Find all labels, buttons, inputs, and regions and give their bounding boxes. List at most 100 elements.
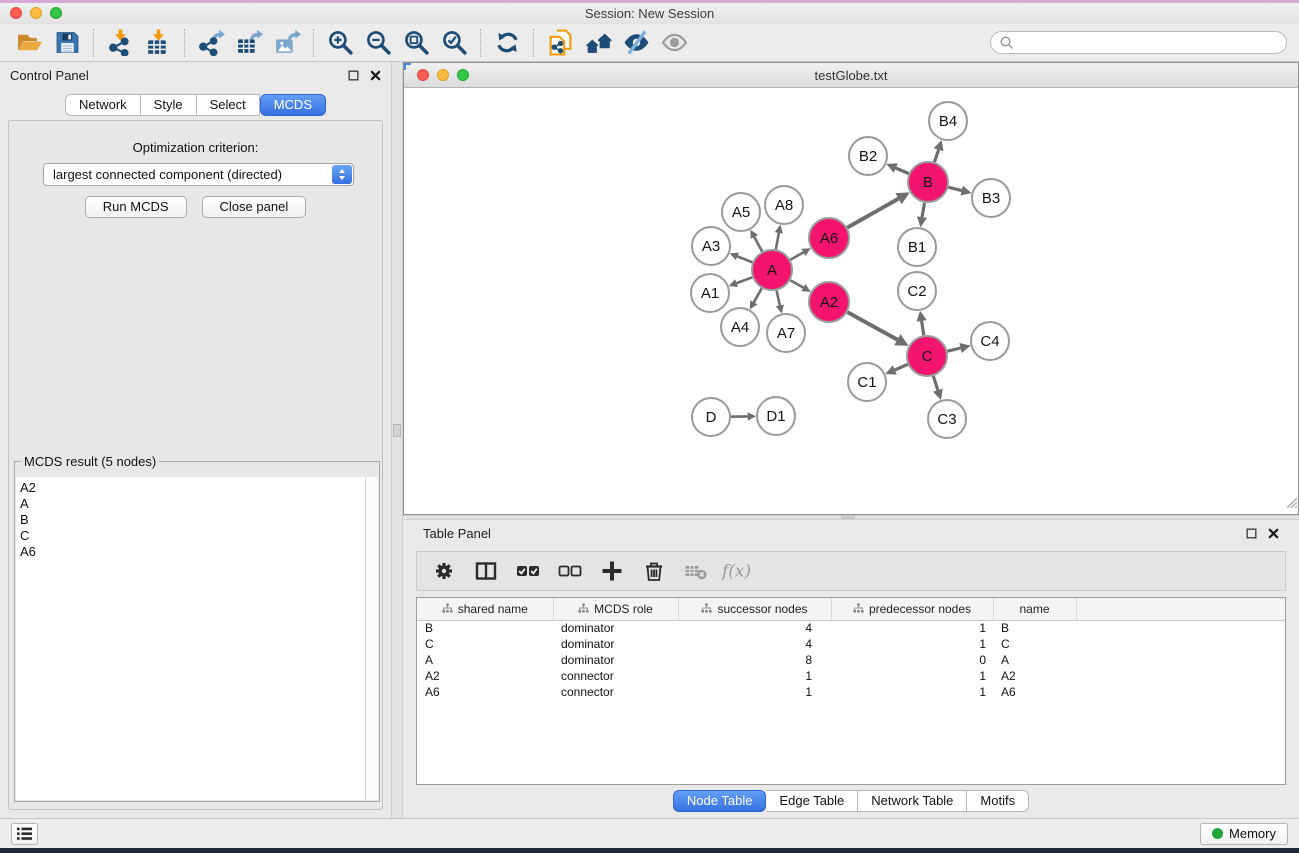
export-image-button[interactable]: [268, 27, 306, 58]
zoom-in-button[interactable]: [321, 27, 359, 58]
horizontal-split-divider[interactable]: [403, 515, 1299, 520]
zoom-window-button[interactable]: [50, 7, 62, 19]
column-header-shared-name[interactable]: shared name: [417, 598, 553, 620]
table-row[interactable]: Adominator80A: [417, 652, 1285, 668]
network-graph[interactable]: B4B2BB3A8A5A6A3B1AC2A1A2A4A7C4CC1DD1C3: [404, 88, 1298, 514]
table-cell[interactable]: 1: [831, 684, 993, 700]
graph-edge-A-A4[interactable]: [754, 288, 762, 302]
tab-motifs[interactable]: Motifs: [967, 790, 1029, 812]
table-cell[interactable]: [1076, 620, 1285, 636]
tab-mcds[interactable]: MCDS: [260, 94, 326, 116]
network-canvas[interactable]: B4B2BB3A8A5A6A3B1AC2A1A2A4A7C4CC1DD1C3: [404, 88, 1298, 514]
mcds-result-item[interactable]: B: [20, 512, 365, 528]
close-panel-button[interactable]: Close panel: [202, 196, 307, 218]
column-header-predecessor-nodes[interactable]: predecessor nodes: [831, 598, 993, 620]
tab-select[interactable]: Select: [197, 94, 260, 116]
table-cell[interactable]: connector: [553, 684, 678, 700]
close-panel-icon[interactable]: [370, 70, 381, 81]
show-eye-button[interactable]: [655, 27, 693, 58]
graph-edge-A-A8[interactable]: [776, 233, 779, 249]
table-cell[interactable]: dominator: [553, 652, 678, 668]
home-button[interactable]: [579, 27, 617, 58]
delete-table-button[interactable]: [682, 558, 709, 585]
table-cell[interactable]: [1076, 668, 1285, 684]
clone-network-button[interactable]: [541, 27, 579, 58]
graph-edge-B-B3[interactable]: [948, 187, 961, 190]
table-cell[interactable]: 4: [678, 636, 831, 652]
table-cell[interactable]: 4: [678, 620, 831, 636]
table-cell[interactable]: 1: [831, 636, 993, 652]
delete-columns-button[interactable]: [640, 558, 667, 585]
graph-edge-A2-C[interactable]: [847, 312, 897, 340]
table-cell[interactable]: connector: [553, 668, 678, 684]
table-cell[interactable]: 1: [678, 684, 831, 700]
table-cell[interactable]: A2: [417, 668, 553, 684]
tab-network-table[interactable]: Network Table: [858, 790, 967, 812]
divider-grip[interactable]: [841, 516, 855, 519]
import-table-button[interactable]: [139, 27, 177, 58]
divider-grip[interactable]: [393, 424, 401, 437]
zoom-out-button[interactable]: [359, 27, 397, 58]
table-row[interactable]: A2connector11A2: [417, 668, 1285, 684]
table-cell[interactable]: 0: [831, 652, 993, 668]
table-cell[interactable]: A6: [993, 684, 1076, 700]
table-cell[interactable]: A6: [417, 684, 553, 700]
graph-edge-B-B4[interactable]: [935, 150, 939, 162]
function-builder-button[interactable]: f(x): [724, 558, 751, 585]
table-cell[interactable]: C: [417, 636, 553, 652]
mcds-result-item[interactable]: A6: [20, 544, 365, 560]
table-cell[interactable]: 8: [678, 652, 831, 668]
import-network-button[interactable]: [101, 27, 139, 58]
window-resize-grip[interactable]: [1284, 495, 1297, 513]
network-close-button[interactable]: [417, 69, 429, 81]
column-header-mcds-role[interactable]: MCDS role: [553, 598, 678, 620]
add-column-button[interactable]: [598, 558, 625, 585]
toggle-columns-button[interactable]: [472, 558, 499, 585]
graph-edge-B-B1[interactable]: [922, 203, 924, 217]
network-minimize-button[interactable]: [437, 69, 449, 81]
search-input[interactable]: [1018, 36, 1278, 50]
table-cell[interactable]: 1: [831, 668, 993, 684]
graph-edge-C-C1[interactable]: [895, 364, 908, 370]
table-row[interactable]: Bdominator41B: [417, 620, 1285, 636]
tab-network[interactable]: Network: [65, 94, 141, 116]
float-panel-icon[interactable]: [348, 70, 359, 81]
graph-edge-A-A2[interactable]: [790, 280, 803, 287]
float-panel-icon[interactable]: [1246, 528, 1257, 539]
zoom-selected-button[interactable]: [435, 27, 473, 58]
mcds-result-item[interactable]: C: [20, 528, 365, 544]
run-mcds-button[interactable]: Run MCDS: [85, 196, 187, 218]
deselect-all-checkboxes-button[interactable]: [556, 558, 583, 585]
table-cell[interactable]: A: [993, 652, 1076, 668]
export-network-button[interactable]: [192, 27, 230, 58]
table-cell[interactable]: 1: [831, 620, 993, 636]
graph-edge-C-C2[interactable]: [922, 321, 924, 335]
minimize-window-button[interactable]: [30, 7, 42, 19]
table-cell[interactable]: A2: [993, 668, 1076, 684]
close-panel-icon[interactable]: [1268, 528, 1279, 539]
memory-button[interactable]: Memory: [1200, 823, 1288, 845]
graph-edge-A-A1[interactable]: [737, 277, 753, 283]
table-cell[interactable]: B: [993, 620, 1076, 636]
table-cell[interactable]: A: [417, 652, 553, 668]
zoom-fit-button[interactable]: [397, 27, 435, 58]
graph-edge-B-B2[interactable]: [896, 168, 909, 174]
table-settings-button[interactable]: [430, 558, 457, 585]
table-cell[interactable]: C: [993, 636, 1076, 652]
tab-node-table[interactable]: Node Table: [673, 790, 767, 812]
column-header-successor-nodes[interactable]: successor nodes: [678, 598, 831, 620]
graph-edge-C-C3[interactable]: [933, 376, 937, 390]
mcds-result-item[interactable]: A2: [20, 480, 365, 496]
graph-edge-A-A5[interactable]: [754, 237, 762, 252]
table-row[interactable]: Cdominator41C: [417, 636, 1285, 652]
tab-edge-table[interactable]: Edge Table: [766, 790, 858, 812]
refresh-button[interactable]: [488, 27, 526, 58]
close-window-button[interactable]: [10, 7, 22, 19]
table-cell[interactable]: dominator: [553, 636, 678, 652]
table-row[interactable]: A6connector11A6: [417, 684, 1285, 700]
table-cell[interactable]: [1076, 636, 1285, 652]
column-header-name[interactable]: name: [993, 598, 1076, 620]
open-file-button[interactable]: [10, 27, 48, 58]
graph-edge-C-C4[interactable]: [947, 348, 960, 351]
table-cell[interactable]: [1076, 652, 1285, 668]
